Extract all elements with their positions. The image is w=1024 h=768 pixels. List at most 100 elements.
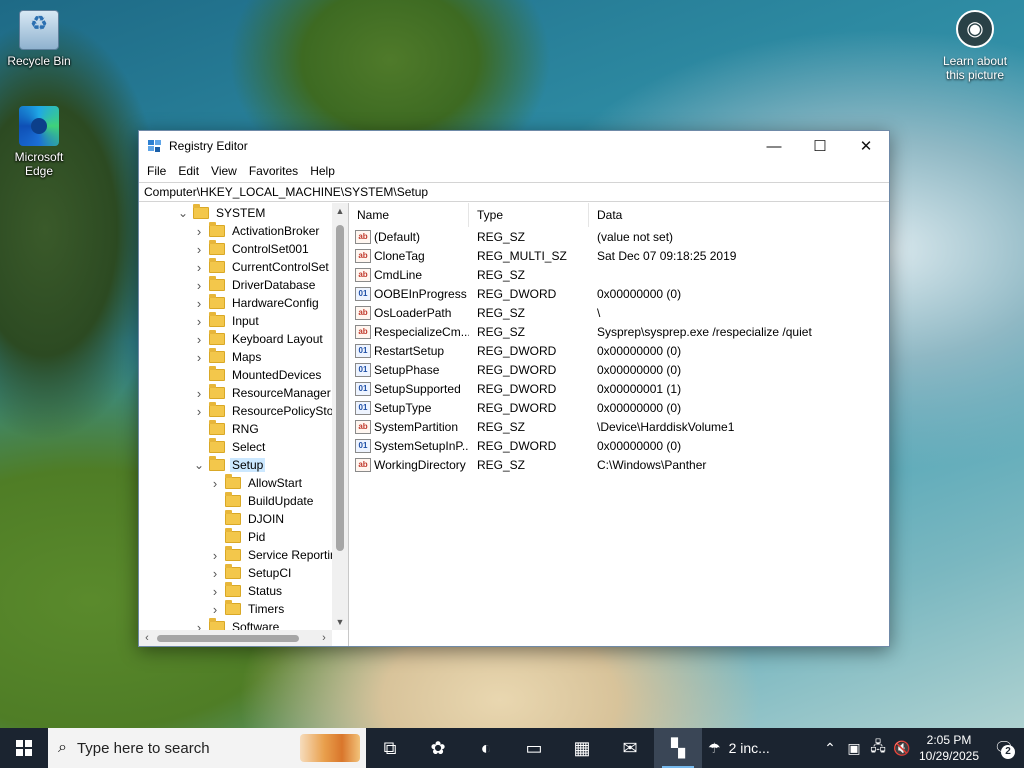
chevron-right-icon[interactable]: › bbox=[193, 242, 205, 257]
chevron-right-icon[interactable]: › bbox=[193, 386, 205, 401]
regedit-taskbar-icon[interactable]: ▚ bbox=[654, 728, 702, 768]
tree-item[interactable]: › DriverDatabase bbox=[193, 276, 317, 294]
tree-item[interactable]: › Service Reporting bbox=[209, 546, 332, 564]
tree-item[interactable]: ⌄ Setup bbox=[193, 456, 266, 474]
menu-view[interactable]: View bbox=[205, 164, 243, 178]
column-type[interactable]: Type bbox=[469, 203, 589, 227]
tree-item[interactable]: › Maps bbox=[193, 348, 263, 366]
recycle-bin-icon[interactable]: Recycle Bin bbox=[1, 10, 77, 68]
chevron-right-icon[interactable]: › bbox=[209, 476, 221, 491]
clock[interactable]: 2:05 PM 10/29/2025 bbox=[914, 732, 984, 764]
value-row[interactable]: ab RespecializeCm... REG_SZ Sysprep\sysprep… bbox=[349, 322, 889, 341]
value-type: REG_SZ bbox=[477, 419, 526, 434]
taskbar-search[interactable]: ⌕ Type here to search bbox=[48, 728, 366, 768]
chevron-right-icon[interactable]: › bbox=[193, 296, 205, 311]
value-row[interactable]: 01 SystemSetupInP... REG_DWORD 0x00000000 (… bbox=[349, 436, 889, 455]
tree-item[interactable]: › Input bbox=[193, 312, 261, 330]
tree-item[interactable]: › CurrentControlSet bbox=[193, 258, 331, 276]
value-row[interactable]: ab OsLoaderPath REG_SZ \ bbox=[349, 303, 889, 322]
tree-item[interactable]: › HardwareConfig bbox=[193, 294, 321, 312]
network-icon[interactable]: 🖧 bbox=[866, 736, 890, 760]
value-row[interactable]: 01 RestartSetup REG_DWORD 0x00000000 (0) bbox=[349, 341, 889, 360]
value-row[interactable]: ab WorkingDirectory REG_SZ C:\Windows\Panth… bbox=[349, 455, 889, 474]
value-name-cell: ab CmdLine bbox=[349, 267, 469, 282]
copilot-icon[interactable]: ✿ bbox=[414, 728, 462, 768]
scroll-left-icon[interactable]: ‹ bbox=[139, 630, 155, 646]
value-row[interactable]: 01 SetupType REG_DWORD 0x00000000 (0) bbox=[349, 398, 889, 417]
minimize-button[interactable]: — bbox=[751, 131, 797, 161]
menu-help[interactable]: Help bbox=[304, 164, 341, 178]
notification-center-button[interactable]: 🗨 2 bbox=[984, 728, 1024, 768]
chevron-right-icon[interactable]: › bbox=[193, 350, 205, 365]
title-bar[interactable]: Registry Editor — ☐ ✕ bbox=[139, 131, 889, 161]
tree-item[interactable]: › ActivationBroker bbox=[193, 222, 321, 240]
chevron-up-icon[interactable]: ⌃ bbox=[818, 740, 842, 757]
tree-item[interactable]: › Keyboard Layout bbox=[193, 330, 325, 348]
tree-item[interactable]: › Software bbox=[193, 618, 281, 630]
edge-desktop-icon[interactable]: Microsoft Edge bbox=[1, 106, 77, 178]
edge-taskbar-icon[interactable]: ◐ bbox=[462, 728, 510, 768]
scroll-right-icon[interactable]: › bbox=[316, 630, 332, 646]
chevron-right-icon[interactable]: › bbox=[209, 566, 221, 581]
value-row[interactable]: ab SystemPartition REG_SZ \Device\HarddiskV… bbox=[349, 417, 889, 436]
chevron-right-icon[interactable]: › bbox=[209, 548, 221, 563]
tree-item[interactable]: Select bbox=[193, 438, 267, 456]
tree-vertical-scrollbar[interactable]: ▲ ▼ bbox=[332, 203, 348, 630]
tree-horizontal-scrollbar[interactable]: ‹ › bbox=[139, 630, 332, 646]
menu-file[interactable]: File bbox=[141, 164, 172, 178]
scroll-down-icon[interactable]: ▼ bbox=[332, 614, 348, 630]
tree-item[interactable]: › ControlSet001 bbox=[193, 240, 311, 258]
weather-widget[interactable]: ☂ 2 inc... bbox=[702, 728, 776, 768]
tree-item[interactable]: › ResourceManager bbox=[193, 384, 332, 402]
tree-vscroll-thumb[interactable] bbox=[336, 225, 344, 551]
mail-icon[interactable]: ✉ bbox=[606, 728, 654, 768]
value-row[interactable]: ab CmdLine REG_SZ bbox=[349, 265, 889, 284]
menu-favorites[interactable]: Favorites bbox=[243, 164, 304, 178]
chevron-down-icon[interactable]: ⌄ bbox=[177, 206, 189, 220]
tree-item[interactable]: RNG bbox=[193, 420, 261, 438]
column-name[interactable]: Name bbox=[349, 203, 469, 227]
chevron-right-icon[interactable]: › bbox=[193, 314, 205, 329]
tree-hscroll-thumb[interactable] bbox=[157, 635, 299, 642]
maximize-button[interactable]: ☐ bbox=[797, 131, 843, 161]
chevron-right-icon[interactable]: › bbox=[193, 332, 205, 347]
value-row[interactable]: 01 SetupSupported REG_DWORD 0x00000001 (1) bbox=[349, 379, 889, 398]
store-icon[interactable]: ▦ bbox=[558, 728, 606, 768]
device-icon[interactable]: ▣ bbox=[842, 740, 866, 757]
chevron-right-icon[interactable]: › bbox=[193, 404, 205, 419]
value-row[interactable]: ab CloneTag REG_MULTI_SZ Sat Dec 07 09:18:2… bbox=[349, 246, 889, 265]
value-name-cell: ab OsLoaderPath bbox=[349, 305, 469, 320]
chevron-right-icon[interactable]: › bbox=[193, 224, 205, 239]
tree-item[interactable]: › AllowStart bbox=[209, 474, 304, 492]
tree-item[interactable]: › SetupCI bbox=[209, 564, 293, 582]
value-row[interactable]: 01 SetupPhase REG_DWORD 0x00000000 (0) bbox=[349, 360, 889, 379]
chevron-right-icon[interactable]: › bbox=[193, 620, 205, 631]
string-value-icon: ab bbox=[355, 457, 371, 472]
tree-item[interactable]: › Status bbox=[209, 582, 284, 600]
scroll-up-icon[interactable]: ▲ bbox=[332, 203, 348, 219]
tree-item[interactable]: BuildUpdate bbox=[209, 492, 315, 510]
tree-item[interactable]: Pid bbox=[209, 528, 267, 546]
task-view-icon[interactable]: ⧉ bbox=[366, 728, 414, 768]
learn-about-picture[interactable]: ◉ Learn about this picture bbox=[940, 10, 1010, 82]
menu-edit[interactable]: Edit bbox=[172, 164, 205, 178]
start-button[interactable] bbox=[0, 728, 48, 768]
chevron-down-icon[interactable]: ⌄ bbox=[193, 458, 205, 472]
value-row[interactable]: 01 OOBEInProgress REG_DWORD 0x00000000 (0) bbox=[349, 284, 889, 303]
chevron-right-icon[interactable]: › bbox=[209, 584, 221, 599]
volume-muted-icon[interactable]: 🔇 bbox=[890, 740, 914, 757]
chevron-right-icon[interactable]: › bbox=[193, 260, 205, 275]
file-explorer-icon[interactable]: ▭ bbox=[510, 728, 558, 768]
close-button[interactable]: ✕ bbox=[843, 131, 889, 161]
tree-item[interactable]: ⌄ SYSTEM bbox=[177, 204, 267, 222]
chevron-right-icon[interactable]: › bbox=[209, 602, 221, 617]
column-data[interactable]: Data bbox=[589, 203, 889, 227]
chevron-right-icon[interactable]: › bbox=[193, 278, 205, 293]
tree-item[interactable]: MountedDevices bbox=[193, 366, 323, 384]
camera-icon: ◉ bbox=[956, 10, 994, 48]
value-row[interactable]: ab (Default) REG_SZ (value not set) bbox=[349, 227, 889, 246]
tree-item[interactable]: › ResourcePolicyStore bbox=[193, 402, 332, 420]
tree-item[interactable]: DJOIN bbox=[209, 510, 286, 528]
address-bar[interactable]: Computer\HKEY_LOCAL_MACHINE\SYSTEM\Setup bbox=[139, 182, 889, 202]
tree-item[interactable]: › Timers bbox=[209, 600, 286, 618]
